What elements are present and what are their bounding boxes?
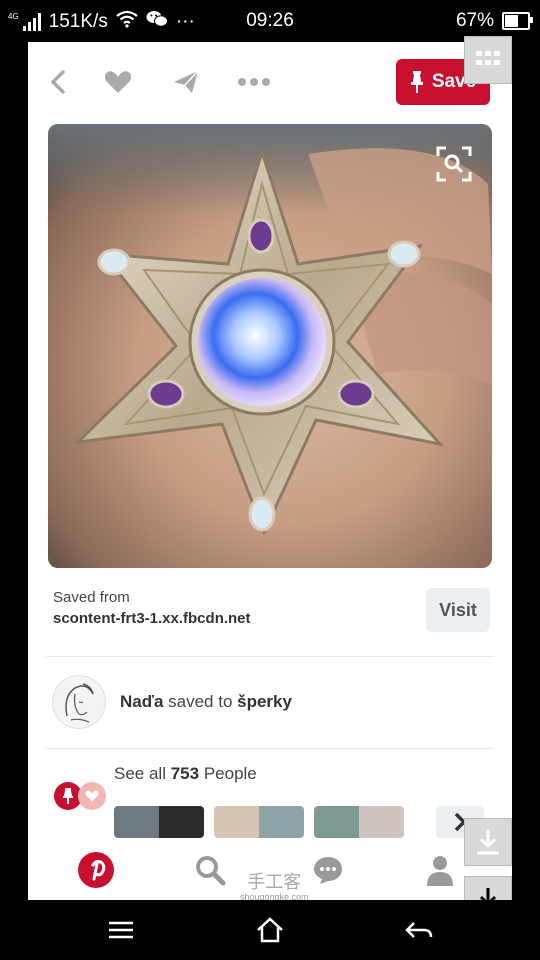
menu-icon[interactable] [106,916,136,944]
thumbnail[interactable] [314,806,404,838]
person-icon[interactable] [420,850,460,890]
heart-icon[interactable] [100,66,136,98]
home-icon[interactable] [255,916,285,944]
download-icon [477,830,499,855]
back-icon[interactable] [404,916,434,944]
status-bar: 4G 151K/s ··· 09:26 67% [0,0,540,44]
divider [46,748,494,749]
thumbnail[interactable] [114,806,204,838]
activity-icons [52,770,108,810]
pushpin-icon [410,71,423,93]
grid-icon [476,51,500,65]
thumbnail[interactable] [214,806,304,838]
people-thumbnails [114,806,404,838]
people-row[interactable]: See all 753 People [52,764,492,810]
visit-button[interactable]: Visit [426,588,490,632]
chat-icon[interactable] [308,850,348,890]
top-toolbar: Save [28,42,512,122]
pinterest-logo-icon[interactable] [76,850,116,890]
heart-icon [78,782,106,810]
system-nav-bar [0,900,540,960]
avatar[interactable] [52,675,106,729]
saver-row[interactable]: Naďa saved to šperky [52,674,492,730]
chevron-left-icon[interactable] [40,66,76,98]
paper-plane-icon[interactable] [168,66,204,98]
watermark-title: 手工客 [247,872,302,892]
divider [46,656,494,657]
watermark-url: shougongke.com [240,892,309,900]
grid-overlay-button[interactable] [464,36,512,84]
download-overlay-button[interactable] [464,818,512,866]
battery-percent: 67% [455,10,494,31]
pin-image[interactable] [48,124,492,568]
pin-closeup-screen: Save Saved from scontent-frt3-1.xx.fbcdn… [28,42,512,900]
saver-name[interactable]: Naďa [120,692,163,711]
saved-from: Saved from scontent-frt3-1.xx.fbcdn.net [53,589,251,627]
see-all-people[interactable]: See all 753 People [114,764,257,784]
saver-action: saved to [168,692,233,711]
board-name[interactable]: šperky [237,692,292,711]
saver-text: Naďa saved to šperky [120,692,292,712]
visual-search-icon[interactable] [436,146,472,182]
search-icon[interactable] [190,850,230,890]
bottom-tab-bar: 手工客 shougongke.com [28,842,512,900]
more-dots-icon[interactable] [236,66,272,98]
battery-icon [502,12,533,30]
saved-from-label: Saved from [53,589,130,606]
source-domain-link[interactable]: scontent-frt3-1.xx.fbcdn.net [53,610,251,627]
watermark: 手工客 shougongke.com [240,872,309,900]
